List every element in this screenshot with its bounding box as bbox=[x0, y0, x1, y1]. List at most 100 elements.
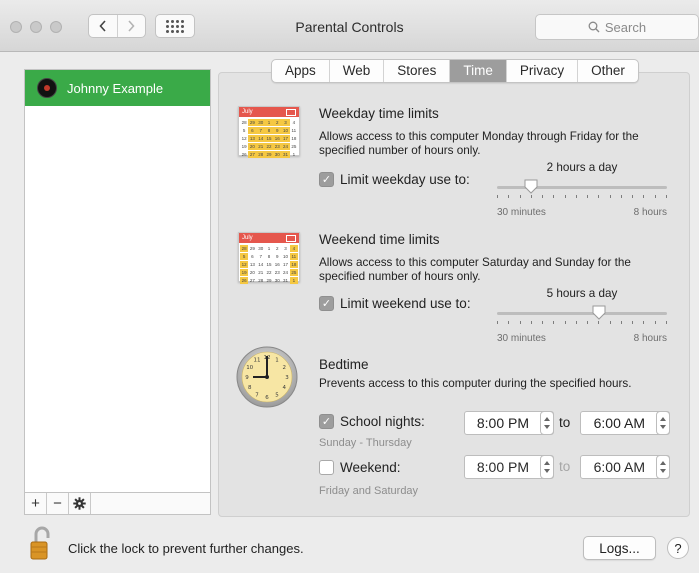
minimize-window-button[interactable] bbox=[30, 21, 42, 33]
slider-tick bbox=[497, 195, 498, 198]
school-nights-end-field[interactable]: 6:00 AM bbox=[580, 411, 670, 435]
calendar-day: 22 bbox=[264, 143, 274, 150]
slider-tick bbox=[575, 321, 577, 324]
calendar-day: 30 bbox=[258, 246, 264, 251]
slider-tick bbox=[598, 321, 600, 324]
weekend-end-stepper[interactable] bbox=[656, 455, 670, 479]
weekend-limit-row[interactable]: Limit weekend use to: bbox=[319, 296, 471, 311]
calendar-day: 20 bbox=[249, 270, 255, 275]
weekday-limit-checkbox[interactable] bbox=[319, 172, 334, 187]
add-user-button[interactable]: + bbox=[25, 493, 47, 514]
weekend-end-value: 6:00 AM bbox=[593, 459, 645, 475]
weekday-slider-thumb[interactable] bbox=[524, 179, 538, 194]
user-list-toolbar: + − bbox=[24, 493, 211, 515]
slider-tick bbox=[553, 321, 555, 324]
bedtime-weekend-row[interactable]: Weekend: bbox=[319, 460, 401, 475]
clock-numeral: 5 bbox=[275, 392, 279, 398]
calendar-day: 26 bbox=[240, 277, 249, 284]
show-all-button[interactable] bbox=[155, 14, 195, 38]
calendar-day: 19 bbox=[241, 144, 247, 149]
school-nights-row[interactable]: School nights: bbox=[319, 414, 425, 429]
back-button[interactable] bbox=[89, 15, 117, 37]
chevron-left-icon bbox=[99, 20, 106, 32]
calendar-day: 5 bbox=[242, 128, 246, 133]
slider-min-label: 30 minutes bbox=[497, 207, 546, 218]
weekday-title: Weekday time limits bbox=[319, 106, 439, 121]
school-nights-to-label: to bbox=[559, 415, 571, 430]
weekend-title: Weekend time limits bbox=[319, 232, 440, 247]
tab-apps[interactable]: Apps bbox=[272, 60, 330, 82]
calendar-day: 16 bbox=[274, 262, 280, 267]
weekend-start-value: 8:00 PM bbox=[476, 459, 529, 475]
weekday-limit-row[interactable]: Limit weekday use to: bbox=[319, 172, 470, 187]
clock-numeral: 6 bbox=[265, 395, 269, 401]
school-nights-start-value: 8:00 PM bbox=[476, 415, 529, 431]
user-actions-button[interactable] bbox=[69, 493, 91, 514]
calendar-day: 21 bbox=[258, 270, 264, 275]
school-nights-end-stepper[interactable] bbox=[656, 411, 670, 435]
slider-tick bbox=[609, 321, 611, 324]
remove-user-button[interactable]: − bbox=[47, 493, 69, 514]
weekend-start-stepper[interactable] bbox=[540, 455, 554, 479]
help-button[interactable]: ? bbox=[667, 537, 689, 559]
slider-tick bbox=[530, 321, 532, 324]
slider-tick bbox=[508, 321, 510, 324]
weekday-calendar-icon: July 28 29 30 1 2 3 4 5 6 7 8 9 10 11 12 13 14 15 16 17 18 19… bbox=[238, 106, 300, 158]
slider-tick bbox=[497, 321, 498, 324]
calendar-day: 24 bbox=[283, 270, 289, 275]
grid-icon bbox=[166, 19, 184, 33]
calendar-day: 7 bbox=[259, 254, 262, 259]
calendar-day: 21 bbox=[256, 143, 265, 150]
slider-tick bbox=[553, 195, 555, 198]
avatar bbox=[37, 78, 57, 98]
slider-track bbox=[497, 186, 667, 189]
calendar-day: 20 bbox=[248, 143, 257, 150]
calendar-day: 4 bbox=[289, 245, 298, 252]
calendar-day: 17 bbox=[281, 135, 290, 142]
calendar-day: 8 bbox=[264, 127, 274, 134]
slider-tick bbox=[564, 321, 566, 324]
calendar-day: 30 bbox=[273, 151, 282, 158]
calendar-day: 15 bbox=[264, 135, 274, 142]
clock-numeral: 2 bbox=[283, 365, 287, 371]
close-window-button[interactable] bbox=[10, 21, 22, 33]
tab-time[interactable]: Time bbox=[450, 60, 507, 82]
clock-icon: 121234567891011 bbox=[236, 346, 298, 408]
weekend-calendar-icon: July 28 29 30 1 2 3 4 5 6 7 8 9 10 11 12 13 14 15 16 17 18 19… bbox=[238, 232, 300, 284]
slider-tick bbox=[654, 195, 656, 198]
tab-other[interactable]: Other bbox=[578, 60, 638, 82]
slider-tick bbox=[519, 321, 521, 324]
weekend-start-field[interactable]: 8:00 PM bbox=[464, 455, 554, 479]
school-nights-end-value: 6:00 AM bbox=[593, 415, 645, 431]
logs-button[interactable]: Logs... bbox=[583, 536, 656, 560]
school-nights-checkbox[interactable] bbox=[319, 414, 334, 429]
bedtime-weekend-checkbox[interactable] bbox=[319, 460, 334, 475]
calendar-day: 28 bbox=[256, 151, 265, 158]
calendar-day: 14 bbox=[258, 262, 264, 267]
calendar-day: 12 bbox=[241, 136, 247, 141]
calendar-day: 27 bbox=[249, 278, 255, 283]
lock-icon[interactable] bbox=[30, 526, 52, 560]
calendar-day: 29 bbox=[266, 278, 272, 283]
calendar-day: 16 bbox=[273, 135, 282, 142]
slider-tick bbox=[587, 321, 589, 324]
weekend-slider-thumb[interactable] bbox=[592, 305, 606, 320]
zoom-window-button[interactable] bbox=[50, 21, 62, 33]
weekend-end-field[interactable]: 6:00 AM bbox=[580, 455, 670, 479]
back-forward-group bbox=[88, 14, 146, 38]
search-field[interactable]: Search bbox=[535, 14, 699, 40]
weekend-limit-checkbox[interactable] bbox=[319, 296, 334, 311]
school-nights-start-stepper[interactable] bbox=[540, 411, 554, 435]
clock-numeral: 7 bbox=[255, 392, 259, 398]
search-icon bbox=[588, 21, 600, 33]
calendar-day: 3 bbox=[281, 119, 290, 126]
tab-privacy[interactable]: Privacy bbox=[507, 60, 579, 82]
tab-stores[interactable]: Stores bbox=[384, 60, 451, 82]
calendar-day: 28 bbox=[241, 120, 247, 125]
forward-button[interactable] bbox=[116, 15, 146, 37]
user-row-johnny[interactable]: Johnny Example bbox=[25, 70, 210, 106]
slider-tick bbox=[609, 195, 611, 198]
tab-web[interactable]: Web bbox=[330, 60, 385, 82]
school-nights-start-field[interactable]: 8:00 PM bbox=[464, 411, 554, 435]
slider-tick bbox=[598, 195, 600, 198]
